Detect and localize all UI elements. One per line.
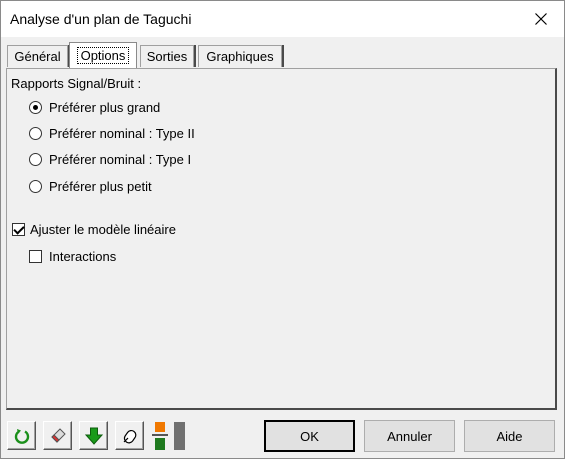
interactions-checkbox-row[interactable]: Interactions (29, 249, 116, 264)
close-button[interactable] (518, 1, 564, 37)
move-down-button[interactable] (79, 421, 108, 450)
select-mouse-button[interactable] (115, 421, 144, 450)
tab-graphiques[interactable]: Graphiques (198, 45, 282, 67)
fit-linear-model-label: Ajuster le modèle linéaire (30, 222, 176, 237)
fit-linear-model-checkbox[interactable] (12, 223, 25, 236)
tab-sorties-label: Sorties (146, 49, 188, 64)
dialog-footer: OK Annuler Aide (1, 411, 564, 458)
reset-icon (14, 428, 29, 444)
radio-button[interactable] (29, 101, 42, 114)
ok-button[interactable]: OK (264, 420, 355, 452)
options-panel: Rapports Signal/Bruit : Préférer plus gr… (6, 68, 557, 410)
interactions-checkbox[interactable] (29, 250, 42, 263)
window-title: Analyse d'un plan de Taguchi (10, 11, 192, 27)
cancel-button[interactable]: Annuler (364, 420, 455, 452)
clear-button[interactable] (43, 421, 72, 450)
radio-nominal-type1[interactable]: Préférer nominal : Type I (29, 152, 191, 167)
tab-options-label: Options (76, 47, 130, 64)
radio-nominal-type2[interactable]: Préférer nominal : Type II (29, 126, 195, 141)
radio-label: Préférer nominal : Type I (49, 152, 192, 167)
tab-sorties[interactable]: Sorties (140, 45, 194, 67)
radio-label: Préférer nominal : Type II (49, 126, 195, 141)
title-bar: Analyse d'un plan de Taguchi (1, 1, 564, 37)
mouse-icon (123, 429, 136, 443)
color-toggle-button[interactable] (151, 421, 187, 451)
color-toggle-icon (152, 422, 185, 450)
radio-prefer-larger[interactable]: Préférer plus grand (29, 100, 160, 115)
radio-button[interactable] (29, 180, 42, 193)
tab-options[interactable]: Options (69, 42, 137, 68)
radio-label: Préférer plus petit (49, 179, 152, 194)
down-arrow-icon (84, 427, 103, 445)
help-button[interactable]: Aide (464, 420, 555, 452)
help-button-label: Aide (496, 428, 523, 444)
fit-linear-model-checkbox-row[interactable]: Ajuster le modèle linéaire (12, 222, 176, 237)
dialog-window: Analyse d'un plan de Taguchi Général Opt… (0, 0, 565, 459)
interactions-label: Interactions (49, 249, 117, 264)
radio-button[interactable] (29, 153, 42, 166)
radio-prefer-smaller[interactable]: Préférer plus petit (29, 179, 152, 194)
close-icon (535, 13, 547, 25)
ok-button-label: OK (300, 428, 319, 444)
radio-label: Préférer plus grand (49, 100, 161, 115)
signal-noise-group-label: Rapports Signal/Bruit : (11, 76, 142, 91)
tab-graphiques-label: Graphiques (206, 49, 274, 64)
eraser-icon (50, 427, 66, 443)
reset-button[interactable] (7, 421, 36, 450)
tab-strip: Général Options Sorties Graphiques (1, 37, 564, 69)
tab-general[interactable]: Général (7, 45, 68, 67)
cancel-button-label: Annuler (387, 428, 432, 444)
tab-general-label: Général (14, 49, 61, 64)
radio-button[interactable] (29, 127, 42, 140)
